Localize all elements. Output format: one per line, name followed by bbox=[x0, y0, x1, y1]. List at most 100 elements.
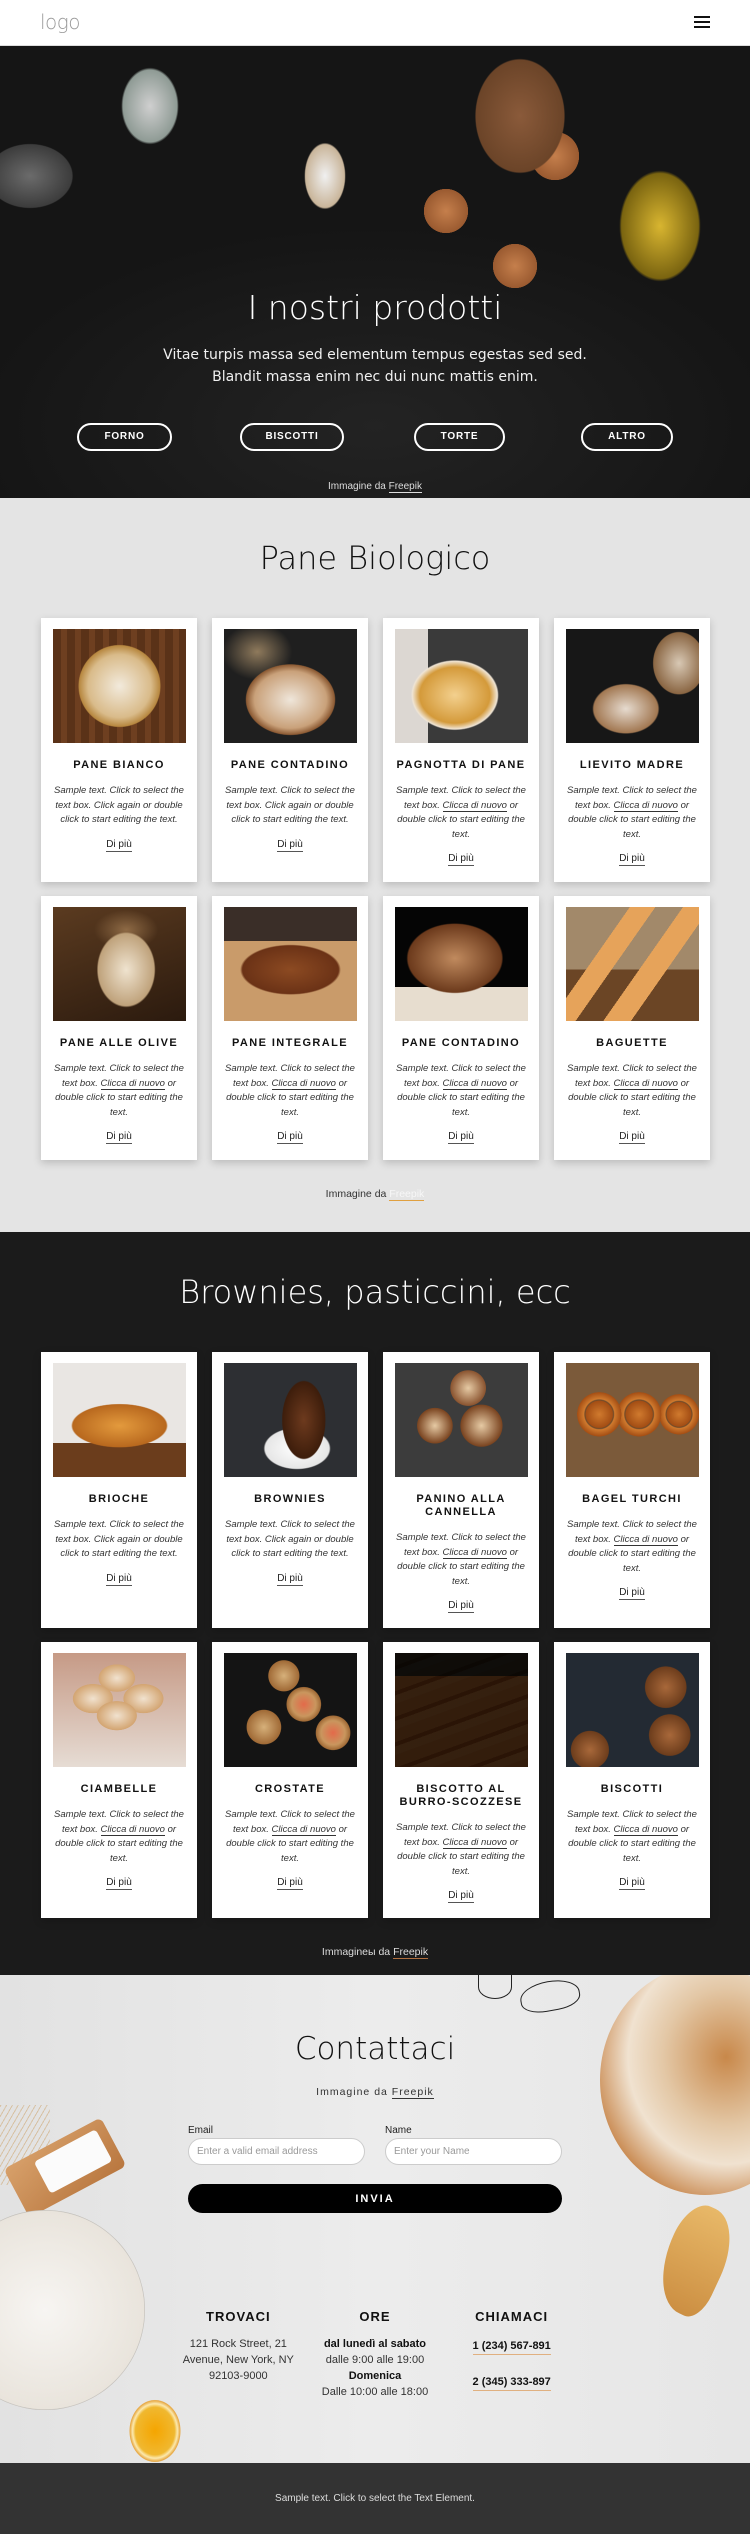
product-card: PANE CONTADINO Sample text. Click to sele… bbox=[212, 618, 368, 882]
edit-again-link[interactable]: Clicca di nuovo bbox=[271, 1823, 336, 1836]
read-more-link[interactable]: Di più bbox=[277, 838, 303, 852]
forno-button[interactable]: FORNO bbox=[77, 423, 172, 451]
product-image bbox=[394, 907, 528, 1021]
product-card: PANE BIANCO Sample text. Click to select … bbox=[41, 618, 197, 882]
freepik-link[interactable]: Freepik bbox=[391, 2086, 434, 2099]
name-input[interactable] bbox=[385, 2138, 562, 2165]
product-card: BRIOCHE Sample text. Click to select the … bbox=[41, 1352, 197, 1628]
read-more-link[interactable]: Di più bbox=[448, 1599, 474, 1614]
freepik-link[interactable]: Freepik bbox=[389, 1188, 425, 1201]
read-more-link[interactable]: Di più bbox=[619, 1586, 645, 1601]
product-image bbox=[223, 629, 357, 743]
read-more-link[interactable]: Di più bbox=[106, 1572, 132, 1586]
logo[interactable]: logo bbox=[40, 10, 81, 34]
product-description: Sample text. Click to select the text bo… bbox=[394, 784, 528, 842]
product-image bbox=[223, 907, 357, 1021]
read-more-link[interactable]: Di più bbox=[277, 1876, 303, 1891]
product-description: Sample text. Click to select the text bo… bbox=[52, 1518, 186, 1562]
freepik-link[interactable]: Freepik bbox=[388, 481, 422, 493]
edit-again-link[interactable]: Clicca di nuovo bbox=[442, 1546, 507, 1559]
phone-link[interactable]: 2 (345) 333-897 bbox=[472, 2375, 551, 2391]
call-us-heading: CHIAMACI bbox=[475, 2309, 549, 2324]
edit-again-link[interactable]: Clicca di nuovo bbox=[442, 1836, 507, 1849]
product-name: PANE INTEGRALE bbox=[232, 1037, 348, 1049]
weekdays-label: dal lunedì al sabato bbox=[323, 2338, 427, 2350]
read-more-link[interactable]: Di più bbox=[277, 1130, 303, 1145]
sunday-label: Domenica bbox=[348, 2370, 402, 2382]
read-more-link[interactable]: Di più bbox=[448, 852, 474, 867]
address-line: Avenue, New York, NY bbox=[182, 2354, 294, 2366]
product-card: PANINO ALLA CANNELLA Sample text. Click t… bbox=[383, 1352, 539, 1628]
section-image-credit: Immagineы da Freepik bbox=[0, 1946, 750, 1959]
card-description-text: Sample text. Click to select the text bo… bbox=[54, 785, 184, 826]
product-name: LIEVITO MADRE bbox=[579, 759, 685, 771]
edit-again-link[interactable]: Clicca di nuovo bbox=[613, 799, 678, 812]
weekdays-hours: dalle 9:00 alle 19:00 bbox=[325, 2354, 425, 2366]
product-card: BROWNIES Sample text. Click to select the… bbox=[212, 1352, 368, 1628]
hamburger-menu-icon[interactable] bbox=[694, 16, 710, 30]
email-field-group: Email bbox=[188, 2125, 365, 2165]
edit-again-link[interactable]: Clicca di nuovo bbox=[271, 1077, 336, 1090]
edit-again-link[interactable]: Clicca di nuovo bbox=[100, 1077, 165, 1090]
edit-again-link[interactable]: Clicca di nuovo bbox=[442, 1077, 507, 1090]
form-fields: Email Name bbox=[188, 2125, 562, 2165]
croissant-sketch-icon bbox=[517, 1976, 583, 2016]
biscotti-button[interactable]: BISCOTTI bbox=[240, 423, 344, 451]
product-description: Sample text. Click to select the text bo… bbox=[223, 784, 357, 828]
phone-link[interactable]: 1 (234) 567-891 bbox=[472, 2339, 551, 2355]
product-name: PAGNOTTA DI PANE bbox=[396, 759, 526, 771]
read-more-link[interactable]: Di più bbox=[619, 1876, 645, 1891]
read-more-link[interactable]: Di più bbox=[277, 1572, 303, 1586]
read-more-link[interactable]: Di più bbox=[619, 852, 645, 867]
product-name: PANINO ALLA CANNELLA bbox=[416, 1493, 506, 1518]
hero-image-credit: Immagine da Freepik bbox=[0, 481, 750, 493]
product-image bbox=[394, 1363, 528, 1477]
product-description: Sample text. Click to select the text bo… bbox=[565, 1062, 699, 1120]
torte-button[interactable]: TORTE bbox=[414, 423, 505, 451]
card-description-text: Sample text. Click to select the text bo… bbox=[54, 1519, 184, 1560]
product-image bbox=[52, 629, 186, 743]
contact-image-credit: Immagine da Freepik bbox=[0, 2086, 750, 2099]
email-input[interactable] bbox=[188, 2138, 365, 2165]
product-image bbox=[52, 1653, 186, 1767]
product-description: Sample text. Click to select the text bo… bbox=[223, 1518, 357, 1562]
bread-section: Pane Biologico PANE BIANCO Sample text. C… bbox=[0, 498, 750, 1232]
edit-again-link[interactable]: Clicca di nuovo bbox=[442, 799, 507, 812]
croissant-image bbox=[644, 2197, 746, 2323]
find-us-heading: TROVACI bbox=[206, 2309, 271, 2324]
hero-category-buttons: FORNO BISCOTTI TORTE ALTRO bbox=[0, 423, 750, 453]
read-more-link[interactable]: Di più bbox=[448, 1130, 474, 1145]
hero-description: Vitae turpis massa sed elementum tempus … bbox=[0, 344, 750, 388]
read-more-link[interactable]: Di più bbox=[106, 838, 132, 852]
edit-again-link[interactable]: Clicca di nuovo bbox=[613, 1533, 678, 1546]
call-us-column: CHIAMACI 1 (234) 567-891 2 (345) 333-897 bbox=[443, 2309, 580, 2408]
product-image bbox=[565, 1653, 699, 1767]
contact-info: TROVACI 121 Rock Street, 21 Avenue, New … bbox=[170, 2309, 580, 2408]
product-card: BISCOTTI Sample text. Click to select the… bbox=[554, 1642, 710, 1918]
section-title: Brownies, pasticcini, ecc bbox=[179, 1273, 571, 1311]
read-more-link[interactable]: Di più bbox=[448, 1889, 474, 1904]
freepik-link[interactable]: Freepik bbox=[393, 1946, 429, 1959]
product-name: BISCOTTO AL BURRO-SCOZZESE bbox=[399, 1783, 523, 1808]
edit-again-link[interactable]: Clicca di nuovo bbox=[613, 1077, 678, 1090]
read-more-link[interactable]: Di più bbox=[619, 1130, 645, 1145]
name-label: Name bbox=[385, 2125, 412, 2136]
hero-text-line-1: Vitae turpis massa sed elementum tempus … bbox=[163, 347, 587, 363]
footer-text: Sample text. Click to select the Text El… bbox=[275, 2493, 475, 2504]
contact-title: Contattaci bbox=[294, 2031, 456, 2067]
edit-again-link[interactable]: Clicca di nuovo bbox=[100, 1823, 165, 1836]
product-image bbox=[565, 629, 699, 743]
read-more-link[interactable]: Di più bbox=[106, 1876, 132, 1891]
credit-prefix: Immagine da bbox=[328, 481, 386, 492]
altro-button[interactable]: ALTRO bbox=[581, 423, 673, 451]
read-more-link[interactable]: Di più bbox=[106, 1130, 132, 1145]
product-card: BISCOTTO AL BURRO-SCOZZESE Sample text. C… bbox=[383, 1642, 539, 1918]
product-description: Sample text. Click to select the text bo… bbox=[52, 1808, 186, 1866]
credit-prefix: Immagine da bbox=[316, 2086, 388, 2098]
product-description: Sample text. Click to select the text bo… bbox=[565, 784, 699, 842]
submit-button[interactable]: INVIA bbox=[188, 2184, 562, 2213]
product-name: PANE CONTADINO bbox=[401, 1037, 521, 1049]
edit-again-link[interactable]: Clicca di nuovo bbox=[613, 1823, 678, 1836]
product-name: PANE BIANCO bbox=[73, 759, 165, 771]
product-image bbox=[394, 629, 528, 743]
